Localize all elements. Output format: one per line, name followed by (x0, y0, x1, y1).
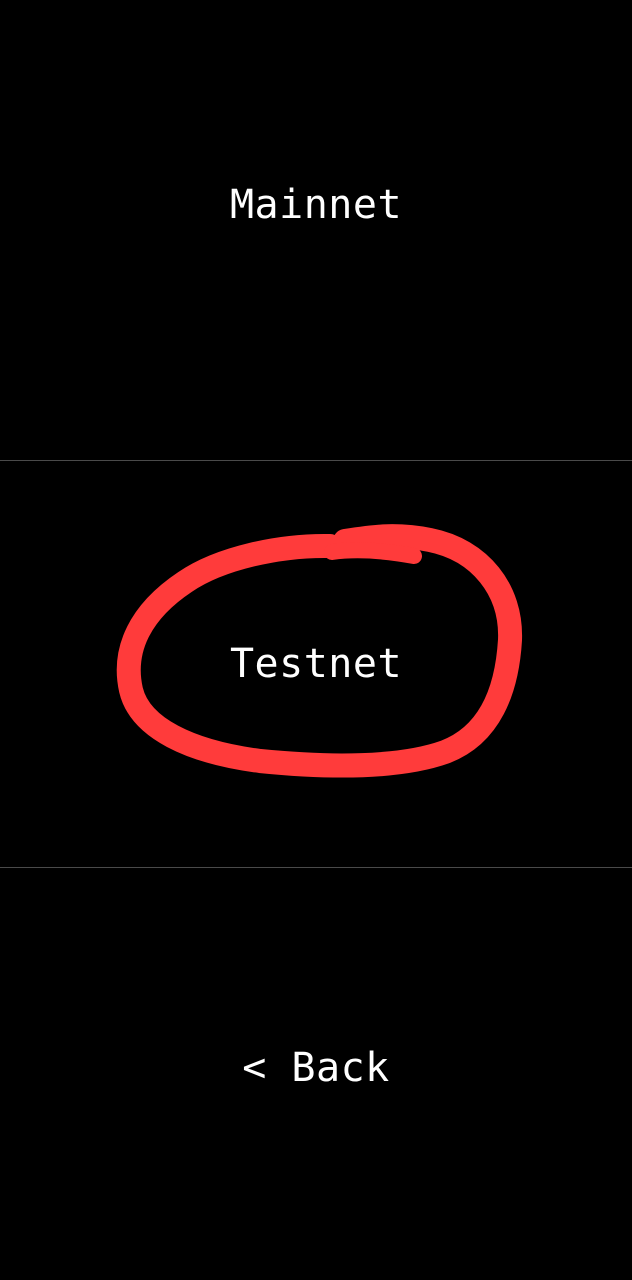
back-label: < Back (242, 1045, 390, 1091)
network-menu: Mainnet Testnet < Back (0, 0, 632, 1280)
testnet-option[interactable]: Testnet (0, 461, 632, 867)
testnet-label: Testnet (229, 641, 403, 687)
mainnet-option[interactable]: Mainnet (0, 0, 632, 460)
back-button[interactable]: < Back (0, 868, 632, 1280)
mainnet-label: Mainnet (229, 182, 403, 228)
